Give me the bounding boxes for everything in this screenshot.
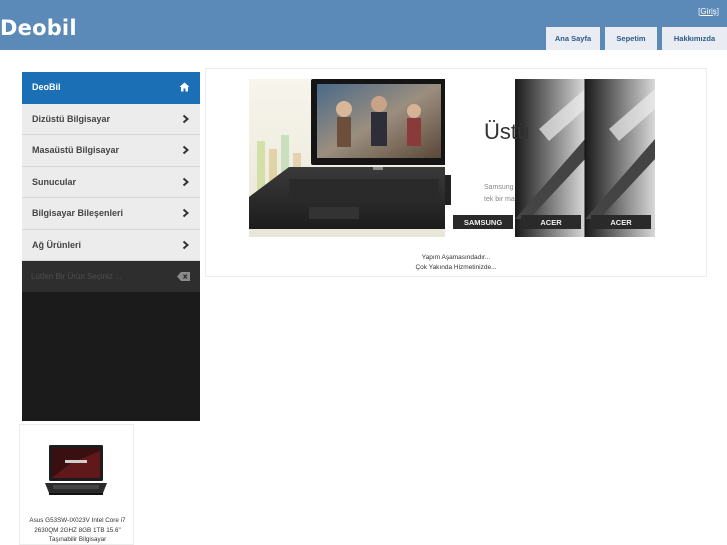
tab-cart[interactable]: Sepetim <box>605 27 657 50</box>
chevron-right-icon <box>182 240 190 250</box>
login-link[interactable]: Giriş <box>700 7 716 16</box>
banner-laptop-image <box>249 79 655 237</box>
main-content: Üstü Samsung tek bir ma SAMSUNG ACER ACE… <box>205 68 707 277</box>
sidebar-item-label: Bilgisayar Bileşenleri <box>32 208 124 219</box>
home-icon <box>179 82 190 92</box>
sidebar-item-label: Ağ Ürünleri <box>32 239 82 250</box>
slider-thumb-samsung[interactable]: SAMSUNG <box>453 215 513 229</box>
tab-about[interactable]: Hakkımızda <box>662 27 727 50</box>
product-search-input[interactable] <box>31 267 171 286</box>
slider-thumb-acer[interactable]: ACER <box>521 215 581 229</box>
product-card[interactable]: Asus G53SW-IX023V Intel Core i7 2630QM 2… <box>19 424 134 545</box>
top-nav: Ana Sayfa Sepetim Hakkımızda <box>546 27 727 50</box>
slide-subtext-line: Samsung <box>484 184 514 191</box>
backspace-icon[interactable] <box>177 272 190 281</box>
sidebar-item-components[interactable]: Bilgisayar Bileşenleri <box>22 198 200 230</box>
slide-subtext-line: tek bir ma <box>484 196 515 203</box>
chevron-right-icon <box>182 145 190 155</box>
chevron-right-icon <box>182 208 190 218</box>
construction-notice: Yapım Aşamasındadır... Çok Yakında Hizme… <box>206 253 706 273</box>
notice-line: Çok Yakında Hizmetinizde... <box>415 264 497 271</box>
product-title: Asus G53SW-IX023V Intel Core i7 2630QM 2… <box>29 517 126 543</box>
sidebar-item-servers[interactable]: Sunucular <box>22 166 200 198</box>
sidebar-item-network[interactable]: Ağ Ürünleri <box>22 229 200 261</box>
sidebar-item-label: DeoBil <box>32 82 61 93</box>
sidebar-item-deobil[interactable]: DeoBil <box>22 72 200 104</box>
sidebar-item-label: Dizüstü Bilgisayar <box>32 113 111 124</box>
login-bracket-close: ] <box>716 7 719 16</box>
product-laptop-image <box>45 445 107 495</box>
site-logo[interactable]: Deobil <box>0 16 77 40</box>
slide-subtext: Samsung tek bir ma <box>484 182 515 206</box>
sidebar-item-laptops[interactable]: Dizüstü Bilgisayar <box>22 103 200 135</box>
sidebar-item-label: Masaüstü Bilgisayar <box>32 145 120 156</box>
tab-home[interactable]: Ana Sayfa <box>546 27 600 50</box>
sidebar-item-desktops[interactable]: Masaüstü Bilgisayar <box>22 135 200 167</box>
sidebar-item-label: Sunucular <box>32 176 77 187</box>
product-slider[interactable]: Üstü Samsung tek bir ma SAMSUNG ACER ACE… <box>249 79 655 237</box>
site-header: Deobil [Giriş] Ana Sayfa Sepetim Hakkımı… <box>0 0 727 50</box>
slide-headline: Üstü <box>484 119 530 144</box>
slider-thumb-acer-2[interactable]: ACER <box>591 215 651 229</box>
notice-line: Yapım Aşamasındadır... <box>421 254 491 261</box>
product-search-row <box>22 261 200 292</box>
chevron-right-icon <box>182 177 190 187</box>
chevron-right-icon <box>182 114 190 124</box>
sidebar-menu: DeoBil Dizüstü Bilgisayar Masaüstü Bilgi… <box>22 72 200 421</box>
login-area: [Giriş] <box>698 7 719 16</box>
